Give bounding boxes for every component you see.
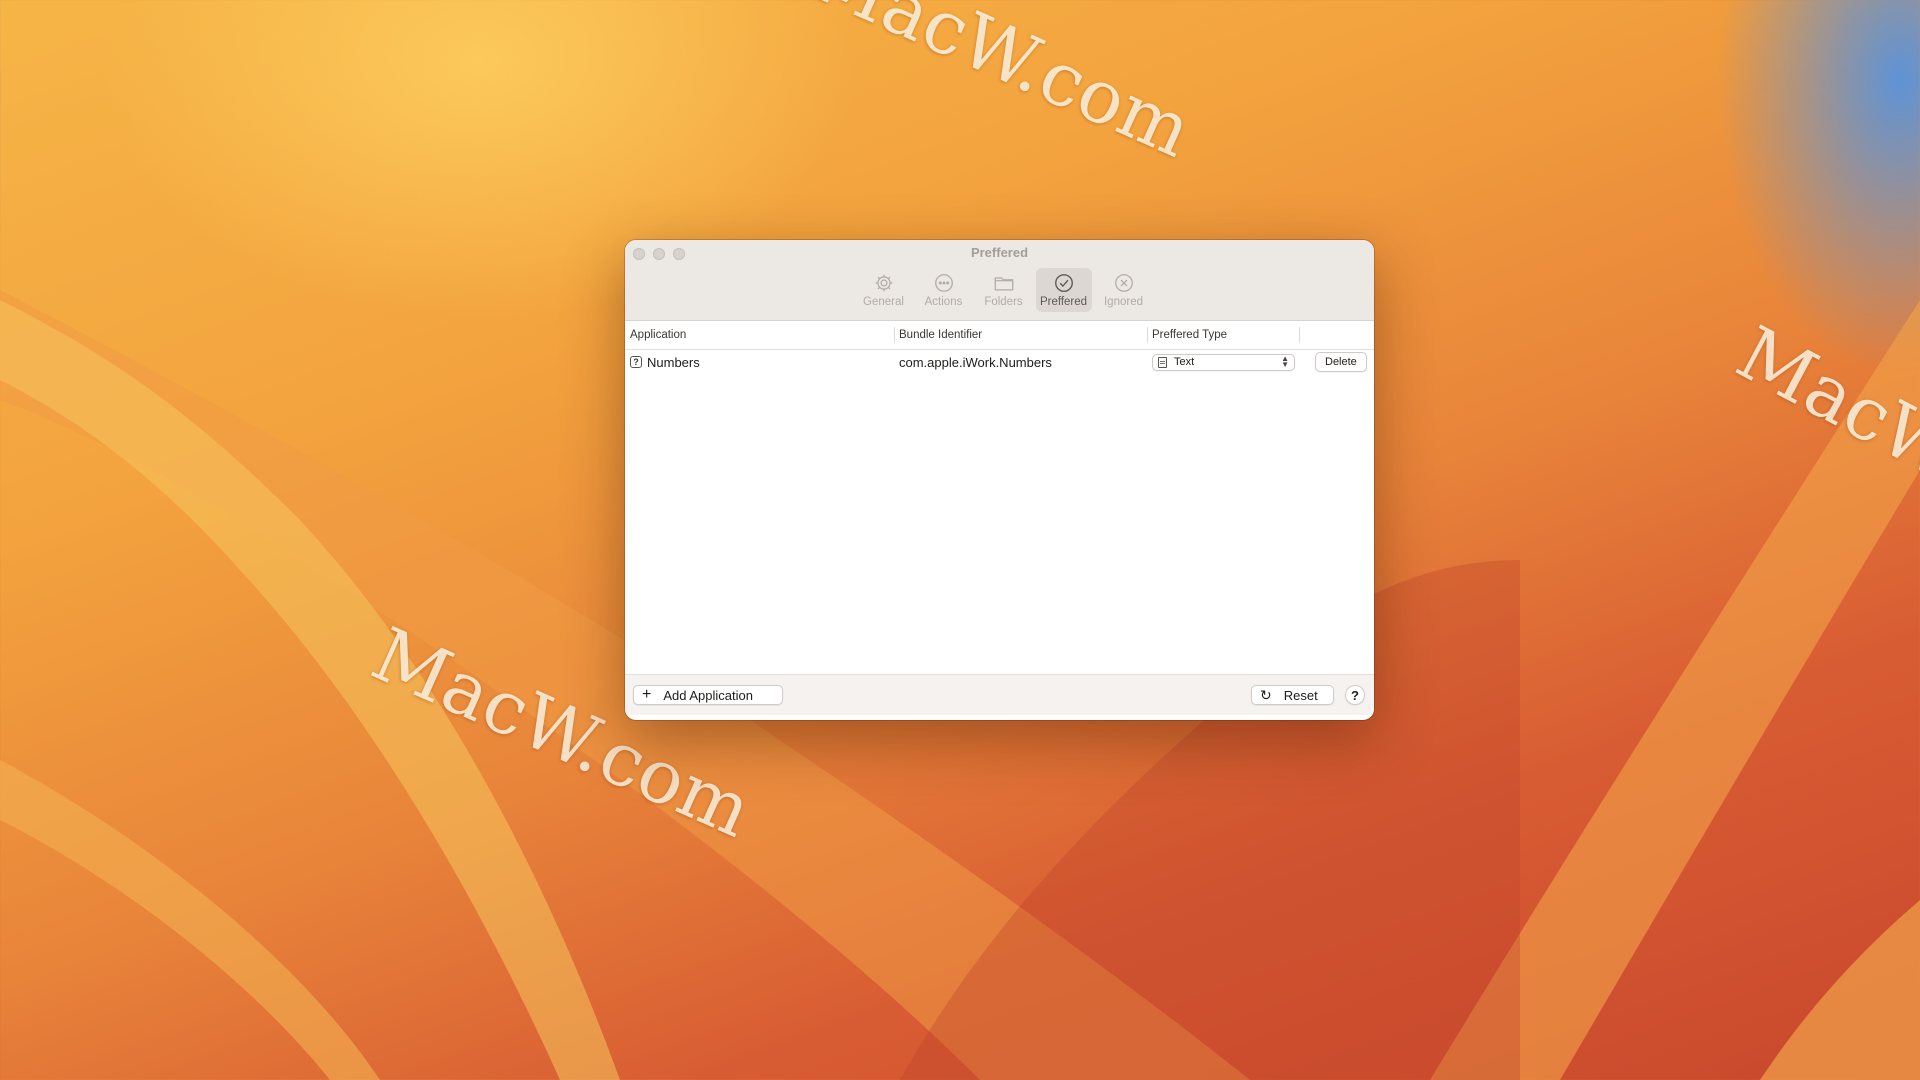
tab-actions[interactable]: Actions [916,268,972,312]
application-cell: ? Numbers [625,350,894,374]
table-row[interactable]: ? Numbers com.apple.iWork.Numbers Text ▲… [625,350,1374,374]
column-header-preffered-type[interactable]: Preffered Type [1147,321,1299,349]
application-name: Numbers [647,354,700,370]
window-footer: + Add Application ↻ Reset ? [625,674,1374,715]
table-header: Application Bundle Identifier Preffered … [625,321,1374,350]
gear-icon [875,274,892,291]
tab-folders-label: Folders [984,295,1023,308]
preferences-window: Preffered General Actions Folders Preffe… [625,240,1374,720]
preferred-type-cell: Text ▲ ▼ [1147,350,1299,374]
add-application-label: Add Application [663,687,753,703]
bundle-identifier-cell: com.apple.iWork.Numbers [899,354,1052,370]
tab-ignored[interactable]: Ignored [1096,268,1152,312]
tab-general[interactable]: General [856,268,912,312]
tab-folders[interactable]: Folders [976,268,1032,312]
preferences-toolbar: General Actions Folders Preffered Ignore… [625,268,1374,312]
ellipsis-circle-icon [934,273,953,292]
preferred-type-popup[interactable]: Text ▲ ▼ [1152,353,1295,371]
reset-button[interactable]: ↻ Reset [1251,685,1334,705]
tab-preffered[interactable]: Preffered [1035,268,1092,312]
delete-button[interactable]: Delete [1315,352,1367,372]
delete-cell: Delete [1299,350,1374,374]
generic-app-icon: ? [630,356,642,368]
add-application-button[interactable]: + Add Application [633,685,783,705]
plus-icon: + [642,686,652,703]
help-button[interactable]: ? [1345,685,1365,705]
chevron-up-down-icon: ▲ ▼ [1281,354,1289,369]
tab-actions-label: Actions [924,295,963,308]
x-circle-icon [1114,273,1133,292]
tab-general-label: General [863,295,904,308]
column-header-actions [1299,321,1374,349]
column-header-bundle-identifier[interactable]: Bundle Identifier [894,321,1147,349]
column-header-application[interactable]: Application [625,321,894,349]
document-icon [1158,356,1167,368]
reset-arrow-icon: ↻ [1260,686,1272,703]
folder-icon [994,276,1013,291]
preferred-type-value: Text [1174,356,1195,368]
checkmark-circle-icon [1054,273,1073,292]
tab-preffered-label: Preffered [1039,295,1088,308]
watermark-text: MacW.com [799,0,1205,175]
tab-ignored-label: Ignored [1103,295,1143,308]
table-body: ? Numbers com.apple.iWork.Numbers Text ▲… [625,350,1374,674]
window-titlebar: Preffered General Actions Folders Preffe… [625,240,1374,321]
watermark-text: MacW.com [1723,310,1920,576]
window-title: Preffered [970,245,1029,260]
reset-label: Reset [1283,687,1318,703]
